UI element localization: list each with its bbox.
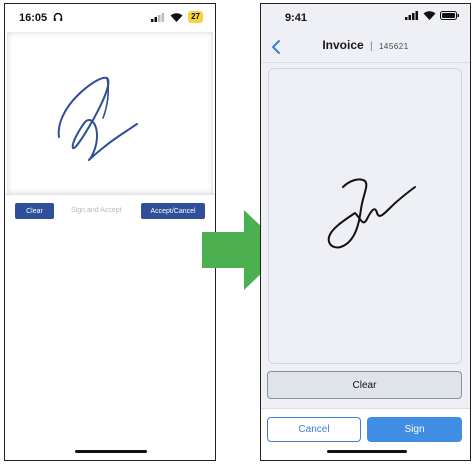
- page-title-group: Invoice | 145621: [261, 38, 470, 52]
- signature-toolbar: Clear Sign and Accept Accept/Cancel: [5, 194, 215, 223]
- accept-cancel-button[interactable]: Accept/Cancel: [141, 203, 205, 219]
- cancel-button[interactable]: Cancel: [267, 417, 361, 442]
- headphones-icon: [53, 12, 63, 22]
- home-indicator: [75, 450, 147, 453]
- signature-canvas[interactable]: [7, 32, 213, 194]
- status-bar: 16:05 27: [5, 4, 215, 32]
- status-bar: 9:41: [261, 4, 470, 32]
- left-phone-screen: 16:05 27 Clear Sign and Accept Accept/Ca…: [4, 3, 216, 461]
- battery-badge: 27: [188, 11, 203, 23]
- right-phone-screen: 9:41 Invoice | 145621 Clear Cancel Sign: [260, 3, 471, 461]
- signature-canvas[interactable]: [268, 68, 462, 364]
- status-time: 9:41: [285, 12, 308, 24]
- battery-icon: [440, 11, 460, 20]
- clear-button[interactable]: Clear: [267, 371, 462, 399]
- clear-button[interactable]: Clear: [15, 203, 54, 219]
- signature-drawing: [327, 178, 416, 249]
- page-title: Invoice: [322, 38, 364, 52]
- wifi-icon: [423, 11, 436, 20]
- title-separator: |: [370, 41, 373, 52]
- nav-bar: Invoice | 145621: [261, 32, 470, 63]
- wifi-icon: [170, 12, 183, 22]
- home-indicator: [327, 450, 407, 453]
- invoice-number: 145621: [378, 42, 409, 51]
- status-time: 16:05: [19, 12, 48, 24]
- signal-icon: [151, 12, 165, 22]
- sign-and-accept-label: Sign and Accept: [71, 207, 122, 214]
- signature-drawing: [57, 76, 138, 161]
- sign-button[interactable]: Sign: [367, 417, 462, 442]
- signal-icon: [405, 11, 419, 20]
